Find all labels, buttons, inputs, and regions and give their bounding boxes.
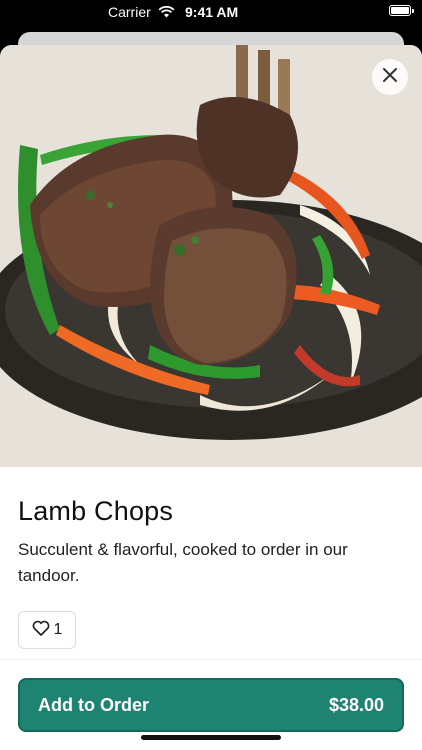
close-icon [382,67,398,88]
like-count: 1 [53,621,63,638]
item-price: $38.00 [328,694,384,715]
item-description: Succulent & flavorful, cooked to order i… [18,540,348,585]
add-to-order-button[interactable]: Add to Order $38.00 [18,678,404,732]
divider [0,659,422,660]
item-detail-sheet: Lamb Chops Succulent & flavorful, cooked… [0,45,422,750]
add-to-order-label: Add to Order [38,694,149,715]
carrier-label: Carrier [108,4,151,20]
clock: 9:41 AM [185,4,239,20]
home-indicator [141,735,281,740]
heart-icon [32,620,50,641]
like-button[interactable]: 1 [18,611,76,649]
status-bar: Carrier 9:41 AM [0,0,422,24]
battery-icon [389,5,414,16]
wifi-icon [158,5,175,21]
item-photo [0,45,422,467]
close-button[interactable] [372,59,408,95]
item-title: Lamb Chops [18,496,174,526]
